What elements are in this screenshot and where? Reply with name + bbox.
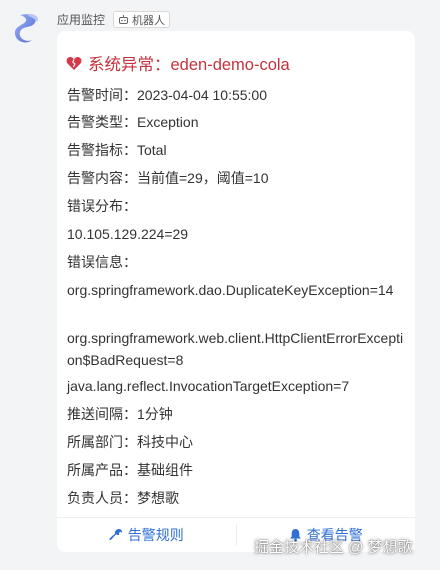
field-alert-time: 告警时间：2023-04-04 10:55:00 bbox=[67, 87, 267, 103]
field-alert-type: 告警类型：Exception bbox=[67, 114, 199, 130]
field-error-distribution-value: 10.105.129.224=29 bbox=[67, 226, 189, 242]
field-push-interval: 推送间隔：1分钟 bbox=[67, 406, 173, 422]
field-error-info-item: java.lang.reflect.InvocationTargetExcept… bbox=[67, 378, 350, 394]
field-alert-metric: 告警指标：Total bbox=[67, 142, 167, 158]
sender-row: 应用监控 机器人 bbox=[57, 11, 171, 28]
field-error-info-item: org.springframework.dao.DuplicateKeyExce… bbox=[67, 282, 394, 298]
robot-icon bbox=[119, 15, 129, 24]
wrench-icon bbox=[109, 528, 122, 540]
alert-card: 系统异常：eden-demo-cola 告警时间：2023-04-04 10:5… bbox=[57, 31, 415, 552]
field-error-distribution-label: 错误分布： bbox=[67, 198, 137, 214]
alert-rules-button[interactable]: 告警规则 bbox=[57, 518, 236, 552]
field-error-info-label: 错误信息： bbox=[67, 254, 137, 270]
field-owner: 负责人员：梦想歌 bbox=[67, 490, 179, 506]
field-department: 所属部门：科技中心 bbox=[67, 434, 193, 450]
sender-name[interactable]: 应用监控 bbox=[57, 11, 105, 28]
watermark-text: 掘金技术社区 @ 梦想歌 bbox=[254, 539, 413, 556]
app-logo-icon bbox=[14, 14, 39, 43]
bot-tag: 机器人 bbox=[113, 11, 171, 28]
field-error-info-item: org.springframework.web.client.HttpClien… bbox=[67, 330, 404, 368]
field-alert-content: 告警内容：当前值=29，阈值=10 bbox=[67, 170, 269, 186]
broken-heart-icon bbox=[66, 56, 82, 70]
bot-tag-label: 机器人 bbox=[132, 14, 166, 27]
alert-rules-label: 告警规则 bbox=[127, 527, 184, 543]
card-title: 系统异常：eden-demo-cola bbox=[66, 51, 290, 75]
bot-avatar[interactable] bbox=[12, 12, 42, 46]
card-title-text: 系统异常：eden-demo-cola bbox=[88, 56, 290, 74]
field-product: 所属产品：基础组件 bbox=[67, 462, 193, 478]
